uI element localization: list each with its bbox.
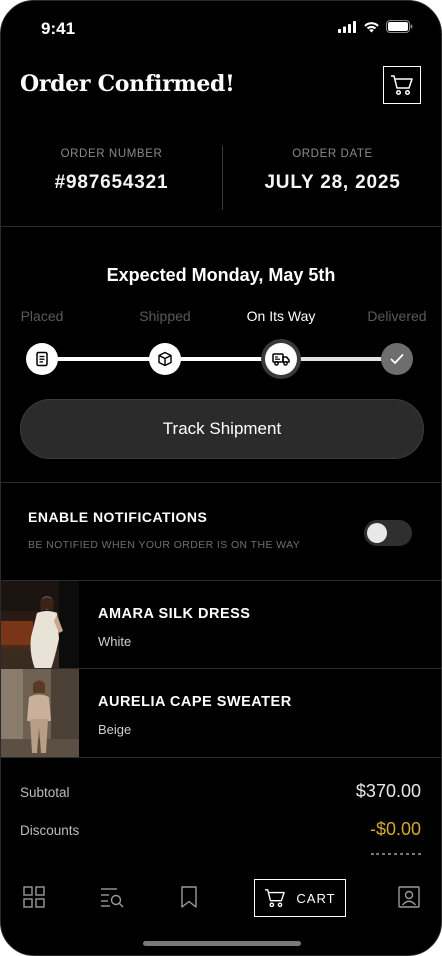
wifi-icon bbox=[364, 21, 379, 32]
order-number-value: #987654321 bbox=[54, 172, 169, 193]
step-label-shipped: Shipped bbox=[139, 308, 191, 324]
track-shipment-button[interactable]: Track Shipment bbox=[20, 399, 424, 459]
tab-search[interactable] bbox=[96, 881, 128, 913]
expected-delivery: Expected Monday, May 5th bbox=[106, 265, 336, 285]
list-item[interactable]: AMARA SILK DRESS White bbox=[1, 581, 441, 669]
status-time: 9:41 bbox=[41, 19, 76, 38]
step-placed bbox=[26, 343, 58, 375]
tab-saved[interactable] bbox=[173, 881, 205, 913]
subtotal-label: Subtotal bbox=[20, 785, 70, 800]
truck-icon bbox=[272, 353, 290, 366]
section-divider bbox=[1, 226, 441, 227]
step-label-placed: Placed bbox=[20, 308, 64, 324]
order-number: ORDER NUMBER #987654321 bbox=[1, 143, 222, 194]
signal-icon bbox=[338, 20, 356, 33]
cart-tab-label: CART bbox=[296, 890, 336, 906]
subtotal-value: $370.00 bbox=[355, 781, 421, 801]
order-date-value: JULY 28, 2025 bbox=[264, 172, 401, 193]
step-delivered bbox=[381, 343, 413, 375]
tab-profile[interactable] bbox=[393, 881, 425, 913]
step-shipped bbox=[149, 343, 181, 375]
step-labels: Placed Shipped On Its Way Delivered bbox=[1, 308, 441, 328]
item-name: AURELIA CAPE SWEATER bbox=[98, 694, 292, 710]
check-icon bbox=[390, 354, 404, 364]
battery-icon bbox=[386, 20, 413, 33]
header: Order Confirmed! bbox=[1, 61, 441, 111]
step-label-on-its-way: On Its Way bbox=[246, 308, 316, 324]
clipped-total-row bbox=[371, 853, 421, 858]
tab-browse[interactable] bbox=[18, 881, 50, 913]
package-icon bbox=[158, 351, 172, 367]
step-label-delivered: Delivered bbox=[367, 308, 427, 324]
home-indicator bbox=[143, 941, 301, 946]
discounts-row: Discounts -$0.00 bbox=[1, 815, 441, 845]
search-list-icon bbox=[101, 888, 124, 908]
product-image bbox=[1, 581, 79, 669]
order-date-label: ORDER DATE bbox=[292, 148, 373, 160]
notifications-toggle[interactable] bbox=[364, 520, 412, 546]
profile-icon bbox=[398, 886, 420, 908]
item-divider bbox=[1, 757, 441, 758]
cart-button[interactable] bbox=[383, 66, 421, 104]
status-icons bbox=[338, 20, 413, 33]
order-info: ORDER NUMBER #987654321 ORDER DATE JULY … bbox=[1, 143, 441, 213]
item-color: White bbox=[98, 634, 132, 649]
notifications-subtitle: BE NOTIFIED WHEN YOUR ORDER IS ON THE WA… bbox=[28, 539, 301, 551]
notifications-title: ENABLE NOTIFICATIONS bbox=[28, 509, 208, 525]
item-color: Beige bbox=[98, 722, 132, 737]
phone-screen: 9:41 Order Confirmed! ORDER NUMBER #9876… bbox=[0, 0, 442, 956]
progress-line-remaining bbox=[281, 357, 397, 361]
notifications-row: ENABLE NOTIFICATIONS BE NOTIFIED WHEN YO… bbox=[1, 483, 441, 579]
discounts-value: -$0.00 bbox=[369, 819, 421, 839]
step-on-its-way bbox=[265, 343, 297, 375]
order-divider bbox=[222, 146, 223, 210]
tab-bar: CART bbox=[1, 867, 441, 955]
discounts-label: Discounts bbox=[20, 823, 80, 838]
order-date: ORDER DATE JULY 28, 2025 bbox=[222, 143, 441, 194]
cart-icon bbox=[265, 889, 286, 908]
product-image bbox=[1, 669, 79, 757]
status-bar: 9:41 bbox=[1, 1, 441, 57]
page-title: Order Confirmed! bbox=[20, 71, 235, 97]
subtotal-row: Subtotal $370.00 bbox=[1, 777, 441, 807]
list-item[interactable]: AURELIA CAPE SWEATER Beige bbox=[1, 669, 441, 757]
tab-cart[interactable]: CART bbox=[254, 879, 346, 917]
cart-icon bbox=[391, 75, 413, 96]
grid-icon bbox=[23, 886, 45, 908]
item-name: AMARA SILK DRESS bbox=[98, 606, 251, 622]
order-number-label: ORDER NUMBER bbox=[60, 148, 163, 160]
receipt-icon bbox=[36, 351, 48, 367]
toggle-knob bbox=[367, 523, 387, 543]
bookmark-icon bbox=[181, 886, 197, 908]
